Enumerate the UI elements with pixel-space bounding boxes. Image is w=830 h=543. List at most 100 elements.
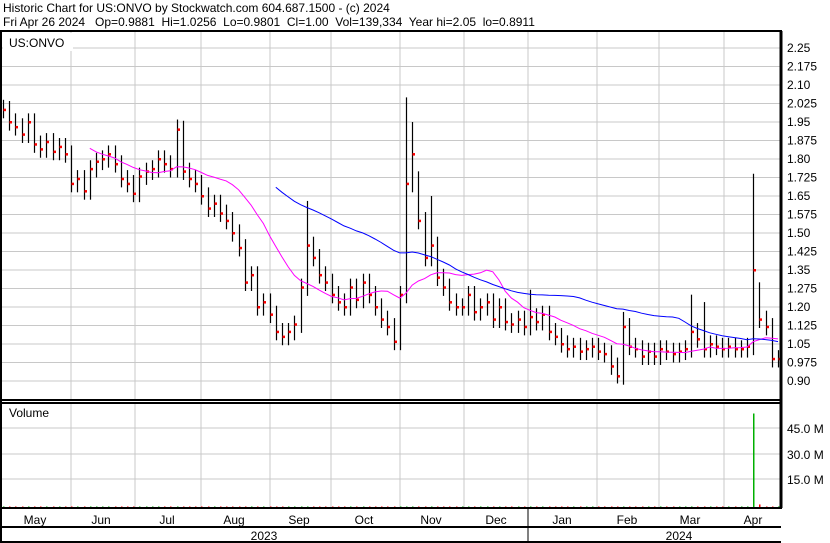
price-tick-label: 1.425	[787, 245, 817, 259]
close-tick	[685, 347, 688, 351]
close-tick	[567, 347, 570, 351]
volume-bar	[400, 506, 402, 507]
volume-bar	[704, 506, 706, 507]
month-label: Nov	[420, 513, 441, 527]
volume-bar	[96, 506, 98, 507]
close-tick	[493, 318, 496, 321]
volume-bar	[648, 506, 650, 507]
close-tick	[263, 301, 266, 304]
volume-bar	[288, 506, 290, 507]
close-tick	[741, 347, 744, 351]
price-tick-label: 1.80	[787, 152, 811, 166]
volume-bar	[685, 506, 687, 507]
close-tick	[691, 330, 694, 334]
volume-bar	[573, 506, 575, 507]
volume-bar	[313, 506, 315, 507]
volume-bar	[121, 506, 123, 507]
volume-bar	[245, 506, 247, 507]
volume-bar	[164, 506, 166, 507]
volume-bar	[350, 506, 352, 507]
volume-bar	[189, 506, 191, 507]
close-tick	[158, 158, 161, 161]
moving-average-short	[89, 147, 779, 354]
close-tick	[697, 338, 700, 341]
volume-bar	[425, 506, 427, 507]
month-label: Jan	[552, 513, 571, 527]
volume-bar	[511, 506, 513, 507]
close-tick	[108, 153, 111, 156]
volume-bar	[524, 506, 526, 507]
close-tick	[573, 345, 576, 348]
volume-bar	[691, 506, 693, 507]
close-tick	[77, 177, 80, 181]
volume-bar	[549, 506, 551, 507]
close-tick	[412, 153, 415, 156]
volume-bar	[239, 506, 241, 507]
close-tick	[282, 335, 285, 339]
close-tick	[474, 310, 477, 314]
volume-bar	[443, 506, 445, 507]
volume-bar	[418, 506, 420, 507]
volume-bar	[226, 506, 228, 507]
volume-bar	[759, 504, 761, 507]
month-label: Apr	[744, 513, 763, 527]
volume-bar	[65, 506, 67, 507]
close-tick	[164, 162, 167, 166]
volume-bar	[214, 506, 216, 507]
close-tick	[59, 145, 62, 149]
close-tick	[350, 286, 353, 289]
volume-bar	[555, 506, 557, 507]
volume-bar	[325, 506, 327, 507]
close-tick	[22, 133, 25, 136]
moving-average-long	[275, 186, 779, 343]
volume-bar	[195, 506, 197, 507]
volume-bar	[642, 506, 644, 507]
volume-bar	[77, 506, 79, 507]
volume-panel-frame	[0, 402, 782, 509]
volume-bar	[778, 506, 780, 507]
volume-bar	[406, 506, 408, 507]
close-tick	[381, 318, 384, 321]
volume-bar	[449, 506, 451, 507]
close-tick	[332, 293, 335, 297]
price-tick-label: 0.975	[787, 356, 817, 370]
volume-bar	[617, 506, 619, 507]
close-tick	[195, 182, 198, 186]
close-tick	[728, 345, 731, 348]
close-tick	[654, 355, 657, 358]
month-label: Jul	[159, 513, 174, 527]
volume-bar	[208, 506, 210, 507]
close-tick	[673, 352, 676, 356]
volume-bar	[710, 506, 712, 507]
volume-bar	[542, 506, 544, 507]
volume-bar	[183, 506, 185, 507]
close-tick	[772, 357, 775, 361]
close-tick	[592, 345, 595, 348]
volume-tick-label: 15.0 M	[787, 473, 824, 487]
close-tick	[536, 320, 539, 324]
volume-bar	[567, 506, 569, 507]
volume-bar	[518, 506, 520, 507]
volume-bar	[592, 506, 594, 507]
close-tick	[375, 306, 378, 309]
volume-bar	[40, 506, 42, 507]
close-tick	[580, 350, 583, 353]
close-tick	[294, 323, 297, 326]
close-tick	[555, 335, 558, 339]
close-tick	[3, 108, 6, 112]
volume-bar	[722, 506, 724, 507]
close-tick	[660, 347, 663, 351]
close-tick	[480, 306, 483, 309]
price-tick-label: 2.025	[787, 97, 817, 111]
volume-bar	[499, 506, 501, 507]
volume-bar	[480, 506, 482, 507]
volume-bar	[257, 506, 259, 507]
close-tick	[40, 148, 43, 151]
volume-bar	[338, 506, 340, 507]
close-tick	[301, 286, 304, 289]
month-label: Sep	[288, 513, 310, 527]
close-tick	[276, 330, 279, 334]
close-tick	[406, 182, 409, 186]
volume-bar	[387, 506, 389, 507]
close-tick	[462, 306, 465, 309]
